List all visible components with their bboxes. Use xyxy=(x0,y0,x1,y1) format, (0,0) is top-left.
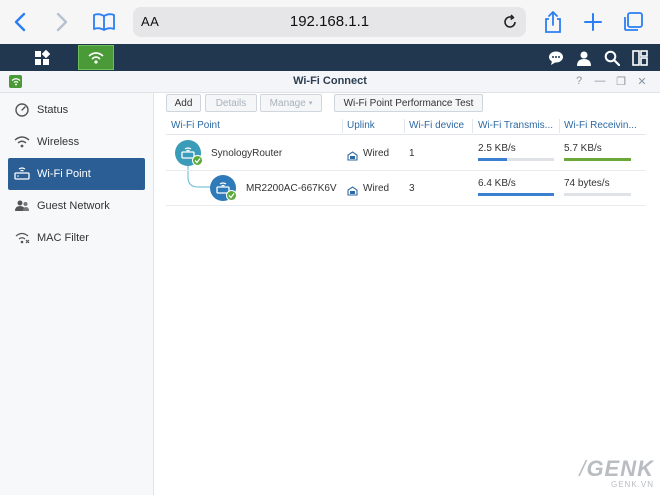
search-icon[interactable] xyxy=(602,48,622,68)
router-icon xyxy=(13,165,31,183)
column-header-wifi-receiving[interactable]: Wi-Fi Receivin... xyxy=(564,120,644,131)
watermark-brand: GENK xyxy=(586,456,654,481)
wifi-point-name: MR2200AC-667K6V xyxy=(246,183,337,194)
url-text: 192.168.1.1 xyxy=(289,13,370,30)
main-menu-grid-icon[interactable] xyxy=(24,45,60,70)
window-title: Wi-Fi Connect xyxy=(293,75,367,87)
rx-rate: 5.7 KB/s xyxy=(564,143,602,154)
wired-uplink-icon xyxy=(347,148,358,166)
reload-icon[interactable] xyxy=(500,12,520,32)
browser-toolbar: AA 192.168.1.1 xyxy=(0,0,660,44)
wifi-device-count: 1 xyxy=(409,148,415,159)
watermark-logo: /GENK GENK.VN xyxy=(579,456,654,489)
wifi-device-count: 3 xyxy=(409,183,415,194)
new-tab-plus-icon[interactable] xyxy=(581,10,605,34)
tabs-overview-icon[interactable] xyxy=(621,10,645,34)
chevron-down-icon: ▾ xyxy=(308,100,313,107)
wifi-icon xyxy=(13,133,31,151)
column-divider xyxy=(342,119,343,133)
widgets-icon[interactable] xyxy=(630,48,650,68)
maximize-button[interactable]: ❐ xyxy=(615,75,627,88)
column-header-wifi-device[interactable]: Wi-Fi device xyxy=(409,120,472,131)
status-gauge-icon xyxy=(13,101,31,119)
tx-rate: 2.5 KB/s xyxy=(478,143,516,154)
sidebar: Status Wireless Wi-Fi Point Guest Networ… xyxy=(0,93,154,495)
chat-bubble-icon[interactable] xyxy=(546,48,566,68)
column-divider xyxy=(559,119,560,133)
wifi-point-name: SynologyRouter xyxy=(211,148,283,159)
tx-rate-bar xyxy=(478,193,554,196)
share-icon[interactable] xyxy=(541,10,565,34)
uplink-value: Wired xyxy=(363,148,390,159)
address-bar[interactable]: AA 192.168.1.1 xyxy=(133,7,526,37)
manage-dropdown[interactable]: Manage ▾ xyxy=(260,94,322,112)
column-header-wifi-point[interactable]: Wi-Fi Point xyxy=(171,120,341,131)
sidebar-item-label: Guest Network xyxy=(37,200,110,212)
bookmarks-book-icon[interactable] xyxy=(92,10,116,34)
table-row[interactable]: SynologyRouter Wired 1 2.5 KB/s 5.7 KB/s xyxy=(166,136,646,171)
manage-label: Manage xyxy=(269,97,306,109)
tx-rate-bar xyxy=(478,158,554,161)
sidebar-item-label: MAC Filter xyxy=(37,232,89,244)
online-check-icon xyxy=(226,190,237,201)
rx-rate: 74 bytes/s xyxy=(564,178,610,189)
column-header-uplink[interactable]: Uplink xyxy=(347,120,402,131)
window-title-bar: Wi-Fi Connect ? — ❐ ✕ xyxy=(0,71,660,93)
details-button[interactable]: Details xyxy=(205,94,257,112)
column-divider xyxy=(404,119,405,133)
minimize-button[interactable]: — xyxy=(594,75,606,87)
sidebar-item-wifi-point[interactable]: Wi-Fi Point xyxy=(8,158,145,190)
rx-rate-bar xyxy=(564,158,631,161)
column-divider xyxy=(472,119,473,133)
tx-rate-bar-fill xyxy=(478,193,554,196)
sidebar-item-mac-filter[interactable]: MAC Filter xyxy=(8,222,145,254)
sidebar-item-wireless[interactable]: Wireless xyxy=(8,126,145,158)
uplink-value: Wired xyxy=(363,183,390,194)
wired-uplink-icon xyxy=(347,183,358,201)
tx-rate-bar-fill xyxy=(478,158,507,161)
tx-rate: 6.4 KB/s xyxy=(478,178,516,189)
online-check-icon xyxy=(192,155,203,166)
table-header: Wi-Fi Point Uplink Wi-Fi device Wi-Fi Tr… xyxy=(166,117,646,135)
mac-filter-icon xyxy=(13,229,31,247)
back-chevron-icon[interactable] xyxy=(8,10,32,34)
sidebar-item-status[interactable]: Status xyxy=(8,94,145,126)
column-header-wifi-transmission[interactable]: Wi-Fi Transmis... xyxy=(478,120,557,131)
rx-rate-bar-fill xyxy=(564,158,631,161)
forward-chevron-icon[interactable] xyxy=(50,10,74,34)
dsm-taskbar xyxy=(0,44,660,71)
help-button[interactable]: ? xyxy=(573,75,585,87)
sidebar-item-label: Wi-Fi Point xyxy=(37,168,91,180)
user-account-icon[interactable] xyxy=(574,48,594,68)
sidebar-item-guest-network[interactable]: Guest Network xyxy=(8,190,145,222)
sidebar-item-label: Wireless xyxy=(37,136,80,148)
table-row[interactable]: MR2200AC-667K6V Wired 3 6.4 KB/s 74 byte… xyxy=(166,171,646,206)
close-button[interactable]: ✕ xyxy=(636,75,648,88)
wifi-connect-app-icon[interactable] xyxy=(78,45,114,70)
guest-users-icon xyxy=(13,197,31,215)
add-button[interactable]: Add xyxy=(166,94,201,112)
rx-rate-bar xyxy=(564,193,631,196)
performance-test-button[interactable]: Wi-Fi Point Performance Test xyxy=(334,94,483,112)
sidebar-item-label: Status xyxy=(37,104,69,116)
